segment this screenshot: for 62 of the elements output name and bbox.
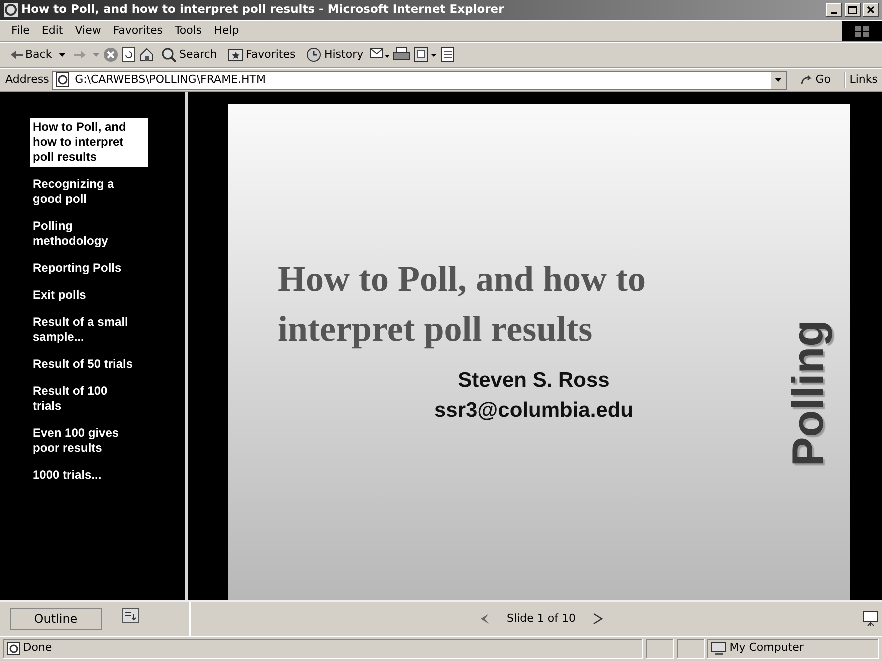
close-button[interactable] [863, 3, 880, 17]
address-label: Address [6, 72, 50, 88]
minimize-button[interactable] [826, 3, 842, 17]
status-text: Done [23, 640, 52, 656]
outline-link[interactable]: Polling methodology [30, 217, 148, 251]
menu-item[interactable]: File [6, 22, 36, 40]
links-button[interactable]: Links [844, 72, 882, 88]
outline-link[interactable]: Result of 100 trials [30, 382, 148, 416]
next-slide-icon[interactable] [592, 613, 604, 625]
slide-email: ssr3@columbia.edu [433, 398, 635, 424]
menu-item[interactable]: Tools [169, 22, 208, 40]
search-button[interactable]: Search [157, 46, 222, 64]
refresh-icon[interactable] [122, 47, 136, 63]
outline-link[interactable]: How to Poll, and how to interpret poll results [30, 118, 148, 167]
windows-logo-icon [854, 24, 870, 38]
dropdown-icon[interactable] [775, 78, 782, 82]
print-icon[interactable] [393, 47, 412, 63]
outline-link[interactable]: Reporting Polls [30, 259, 148, 278]
menu-item[interactable]: Favorites [107, 22, 170, 40]
go-button[interactable]: Go [796, 72, 835, 88]
dropdown-icon[interactable] [58, 53, 66, 57]
slide-show-icon[interactable] [863, 611, 880, 627]
window-title: How to Poll, and how to interpret poll results - Microsoft Internet Explorer [22, 1, 506, 18]
zone-text: My Computer [730, 640, 804, 656]
go-arrow-icon [800, 74, 814, 86]
outline-link[interactable]: Recognizing a good poll [30, 175, 148, 209]
outline-link[interactable]: 1000 trials... [30, 466, 148, 485]
outline-link[interactable]: Result of a small sample... [30, 313, 148, 347]
status-pane [676, 638, 704, 658]
home-icon[interactable] [138, 47, 155, 63]
expand-outline-icon[interactable] [122, 608, 140, 624]
slide-author: Steven S. Ross [457, 368, 611, 394]
history-button[interactable]: History [302, 46, 368, 64]
outline-button[interactable]: Outline [10, 608, 102, 630]
outline-link[interactable]: Result of 50 trials [30, 355, 148, 374]
page-icon [6, 642, 20, 656]
back-arrow-icon [10, 50, 24, 60]
edit-icon[interactable] [414, 47, 438, 63]
browser-icon [2, 2, 19, 18]
computer-icon [711, 642, 727, 656]
menu-item[interactable]: View [69, 22, 108, 40]
forward-arrow-icon [72, 50, 87, 60]
menu-item[interactable]: Edit [36, 22, 70, 40]
outline-link[interactable]: Even 100 gives poor results [30, 424, 148, 458]
slide-counter: Slide 1 of 10 [507, 610, 576, 627]
close-icon [867, 6, 876, 14]
maximize-button[interactable] [844, 3, 860, 17]
address-field[interactable]: G:\CARWEBS\POLLING\FRAME.HTM [52, 70, 788, 90]
clock-icon [306, 47, 322, 63]
search-icon [161, 47, 178, 63]
back-button[interactable]: Back [6, 46, 56, 64]
menu-item[interactable]: Help [208, 22, 246, 40]
slide-title: How to Poll, and how to interpret poll results [278, 258, 648, 351]
star-folder-icon [228, 48, 244, 62]
document-icon[interactable] [440, 47, 455, 63]
page-icon [55, 72, 72, 88]
outline-link[interactable]: Exit polls [30, 286, 148, 305]
status-pane [646, 638, 674, 658]
maximize-icon [848, 6, 857, 14]
favorites-button[interactable]: Favorites [224, 46, 300, 64]
side-title: Polling [783, 320, 834, 467]
previous-slide-icon[interactable] [478, 613, 491, 625]
